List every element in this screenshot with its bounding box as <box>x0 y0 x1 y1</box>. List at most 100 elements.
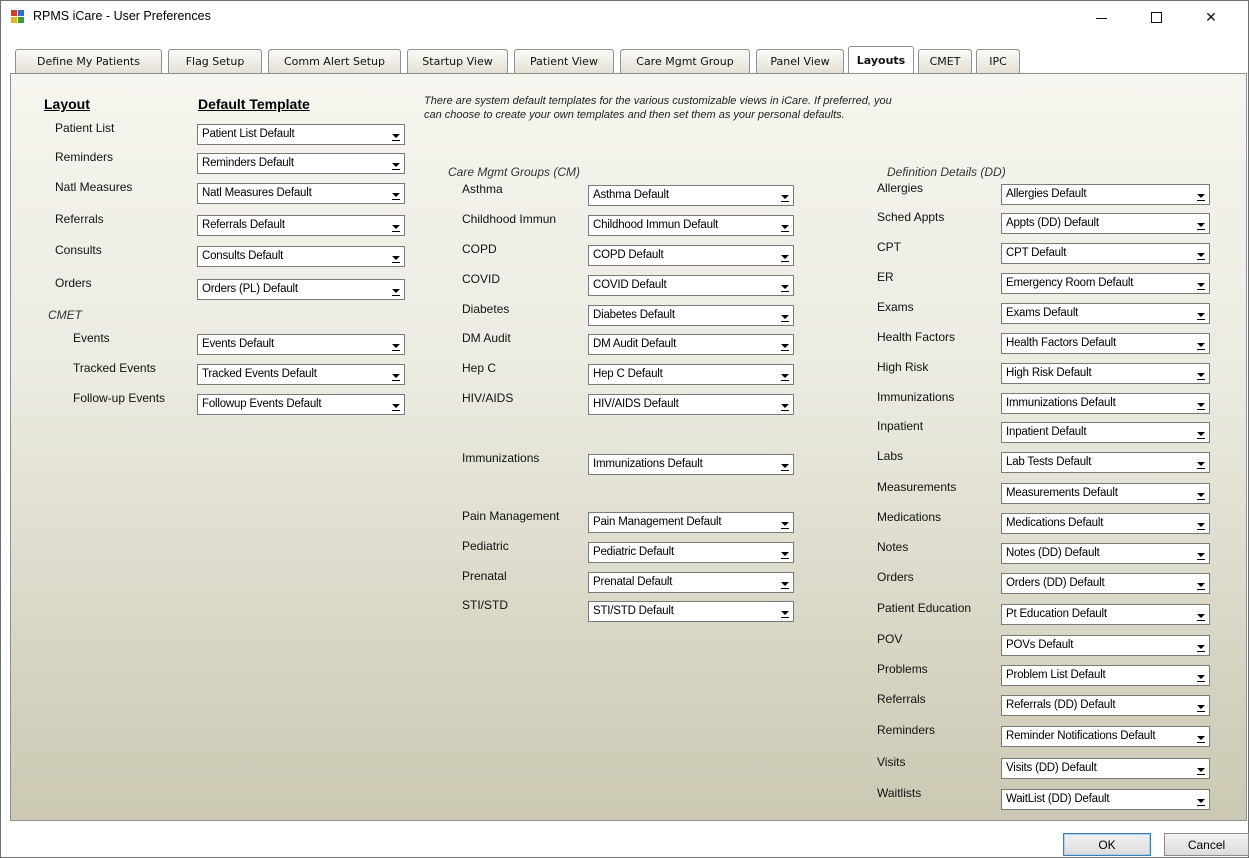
chevron-down-icon[interactable] <box>776 602 793 621</box>
chevron-down-icon[interactable] <box>1192 727 1209 746</box>
dd-template-dropdown-medications[interactable]: Medications Default <box>1001 513 1210 534</box>
chevron-down-icon[interactable] <box>1192 759 1209 778</box>
dd-template-dropdown-pov[interactable]: POVs Default <box>1001 635 1210 656</box>
tab-flag-setup[interactable]: Flag Setup <box>168 49 262 73</box>
cmet-template-dropdown-follow-up-events[interactable]: Followup Events Default <box>197 394 405 415</box>
cmet-template-dropdown-events[interactable]: Events Default <box>197 334 405 355</box>
chevron-down-icon[interactable] <box>1192 453 1209 472</box>
dd-template-dropdown-reminders[interactable]: Reminder Notifications Default <box>1001 726 1210 747</box>
chevron-down-icon[interactable] <box>387 154 404 173</box>
chevron-down-icon[interactable] <box>387 365 404 384</box>
dd-template-dropdown-health-factors[interactable]: Health Factors Default <box>1001 333 1210 354</box>
cmet-template-dropdown-tracked-events[interactable]: Tracked Events Default <box>197 364 405 385</box>
cm-template-dropdown-dm-audit[interactable]: DM Audit Default <box>588 334 794 355</box>
chevron-down-icon[interactable] <box>776 186 793 205</box>
chevron-down-icon[interactable] <box>1192 244 1209 263</box>
cm-template-dropdown-hep-c[interactable]: Hep C Default <box>588 364 794 385</box>
chevron-down-icon[interactable] <box>387 184 404 203</box>
dd-template-dropdown-referrals[interactable]: Referrals (DD) Default <box>1001 695 1210 716</box>
cm-template-dropdown-copd[interactable]: COPD Default <box>588 245 794 266</box>
chevron-down-icon[interactable] <box>776 276 793 295</box>
cancel-button[interactable]: Cancel <box>1164 833 1249 856</box>
chevron-down-icon[interactable] <box>387 335 404 354</box>
chevron-down-icon[interactable] <box>776 513 793 532</box>
dd-template-dropdown-labs[interactable]: Lab Tests Default <box>1001 452 1210 473</box>
chevron-down-icon[interactable] <box>776 573 793 592</box>
dd-template-dropdown-high-risk[interactable]: High Risk Default <box>1001 363 1210 384</box>
title-bar[interactable]: RPMS iCare - User Preferences ✕ <box>1 1 1248 33</box>
chevron-down-icon[interactable] <box>776 246 793 265</box>
cm-template-dropdown-diabetes[interactable]: Diabetes Default <box>588 305 794 326</box>
tab-comm-alert-setup[interactable]: Comm Alert Setup <box>268 49 401 73</box>
chevron-down-icon[interactable] <box>1192 696 1209 715</box>
dd-template-dropdown-exams[interactable]: Exams Default <box>1001 303 1210 324</box>
tab-ipc[interactable]: IPC <box>976 49 1020 73</box>
cm-template-dropdown-hiv-aids[interactable]: HIV/AIDS Default <box>588 394 794 415</box>
cm-template-dropdown-prenatal[interactable]: Prenatal Default <box>588 572 794 593</box>
layout-template-dropdown-referrals[interactable]: Referrals Default <box>197 215 405 236</box>
chevron-down-icon[interactable] <box>1192 274 1209 293</box>
chevron-down-icon[interactable] <box>387 216 404 235</box>
layout-template-dropdown-natl-measures[interactable]: Natl Measures Default <box>197 183 405 204</box>
tab-layouts[interactable]: Layouts <box>848 46 914 73</box>
tab-startup-view[interactable]: Startup View <box>407 49 508 73</box>
dd-template-dropdown-visits[interactable]: Visits (DD) Default <box>1001 758 1210 779</box>
layout-template-dropdown-patient-list[interactable]: Patient List Default <box>197 124 405 145</box>
dd-template-dropdown-allergies[interactable]: Allergies Default <box>1001 184 1210 205</box>
layout-template-dropdown-orders[interactable]: Orders (PL) Default <box>197 279 405 300</box>
cm-template-dropdown-childhood-immun[interactable]: Childhood Immun Default <box>588 215 794 236</box>
dd-template-dropdown-immunizations[interactable]: Immunizations Default <box>1001 393 1210 414</box>
dd-template-dropdown-problems[interactable]: Problem List Default <box>1001 665 1210 686</box>
cm-template-dropdown-asthma[interactable]: Asthma Default <box>588 185 794 206</box>
cm-template-dropdown-covid[interactable]: COVID Default <box>588 275 794 296</box>
chevron-down-icon[interactable] <box>776 306 793 325</box>
chevron-down-icon[interactable] <box>1192 185 1209 204</box>
chevron-down-icon[interactable] <box>1192 574 1209 593</box>
chevron-down-icon[interactable] <box>1192 666 1209 685</box>
dd-template-dropdown-inpatient[interactable]: Inpatient Default <box>1001 422 1210 443</box>
chevron-down-icon[interactable] <box>776 216 793 235</box>
chevron-down-icon[interactable] <box>1192 423 1209 442</box>
chevron-down-icon[interactable] <box>1192 605 1209 624</box>
dd-template-dropdown-orders[interactable]: Orders (DD) Default <box>1001 573 1210 594</box>
chevron-down-icon[interactable] <box>387 247 404 266</box>
chevron-down-icon[interactable] <box>1192 484 1209 503</box>
chevron-down-icon[interactable] <box>1192 790 1209 809</box>
dd-template-dropdown-notes[interactable]: Notes (DD) Default <box>1001 543 1210 564</box>
layout-template-dropdown-consults[interactable]: Consults Default <box>197 246 405 267</box>
chevron-down-icon[interactable] <box>776 335 793 354</box>
chevron-down-icon[interactable] <box>776 395 793 414</box>
chevron-down-icon[interactable] <box>776 543 793 562</box>
chevron-down-icon[interactable] <box>387 125 404 144</box>
dd-template-dropdown-measurements[interactable]: Measurements Default <box>1001 483 1210 504</box>
chevron-down-icon[interactable] <box>1192 334 1209 353</box>
minimize-button[interactable] <box>1078 1 1124 33</box>
chevron-down-icon[interactable] <box>1192 544 1209 563</box>
tab-care-mgmt-group[interactable]: Care Mgmt Group <box>620 49 750 73</box>
chevron-down-icon[interactable] <box>1192 214 1209 233</box>
cm-template-dropdown-pediatric[interactable]: Pediatric Default <box>588 542 794 563</box>
dd-template-dropdown-sched-appts[interactable]: Appts (DD) Default <box>1001 213 1210 234</box>
chevron-down-icon[interactable] <box>776 365 793 384</box>
tab-cmet[interactable]: CMET <box>918 49 972 73</box>
chevron-down-icon[interactable] <box>776 455 793 474</box>
tab-panel-view[interactable]: Panel View <box>756 49 844 73</box>
layout-template-dropdown-reminders[interactable]: Reminders Default <box>197 153 405 174</box>
chevron-down-icon[interactable] <box>1192 364 1209 383</box>
dd-template-dropdown-er[interactable]: Emergency Room Default <box>1001 273 1210 294</box>
chevron-down-icon[interactable] <box>387 280 404 299</box>
cm-template-dropdown-immunizations[interactable]: Immunizations Default <box>588 454 794 475</box>
cm-template-dropdown-pain-management[interactable]: Pain Management Default <box>588 512 794 533</box>
ok-button[interactable]: OK <box>1063 833 1151 856</box>
cm-template-dropdown-sti-std[interactable]: STI/STD Default <box>588 601 794 622</box>
chevron-down-icon[interactable] <box>1192 394 1209 413</box>
chevron-down-icon[interactable] <box>1192 304 1209 323</box>
tab-patient-view[interactable]: Patient View <box>514 49 614 73</box>
maximize-button[interactable] <box>1133 1 1179 33</box>
dd-template-dropdown-cpt[interactable]: CPT Default <box>1001 243 1210 264</box>
tab-define-my-patients[interactable]: Define My Patients <box>15 49 162 73</box>
close-button[interactable]: ✕ <box>1188 1 1234 33</box>
chevron-down-icon[interactable] <box>387 395 404 414</box>
dd-template-dropdown-patient-education[interactable]: Pt Education Default <box>1001 604 1210 625</box>
dd-template-dropdown-waitlists[interactable]: WaitList (DD) Default <box>1001 789 1210 810</box>
